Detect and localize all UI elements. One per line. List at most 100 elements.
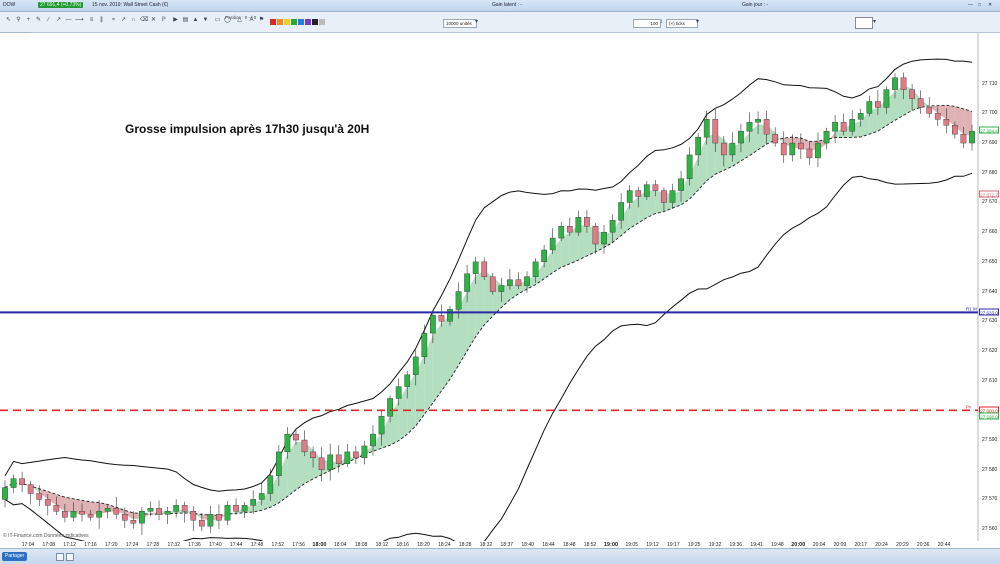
candle-body bbox=[533, 262, 538, 277]
candle-body bbox=[114, 508, 119, 514]
candle-body bbox=[738, 131, 743, 143]
chart-area[interactable]: R1 MPv bbox=[0, 33, 1000, 541]
layout-icon[interactable] bbox=[56, 553, 64, 561]
minimize-icon[interactable]: — bbox=[968, 2, 973, 8]
share-button[interactable]: Partager bbox=[2, 552, 27, 561]
band-segment bbox=[65, 497, 74, 513]
candle-body bbox=[225, 505, 230, 520]
candle-body bbox=[687, 155, 692, 179]
fibonacci-icon[interactable]: ≡ bbox=[88, 17, 95, 24]
candle-body bbox=[636, 191, 641, 197]
candle-body bbox=[96, 511, 101, 517]
channel-icon[interactable]: ∥ bbox=[98, 17, 105, 24]
crosshair-icon[interactable]: + bbox=[25, 17, 32, 24]
ticks-dropdown-icon[interactable]: ▾ bbox=[694, 19, 701, 26]
maximize-icon[interactable]: □ bbox=[978, 2, 981, 8]
ticks-stepper-icon[interactable]: ↕ bbox=[658, 19, 665, 26]
horizontal-line-icon[interactable]: — bbox=[65, 17, 72, 24]
candle-body bbox=[781, 143, 786, 155]
candle-body bbox=[139, 511, 144, 523]
title-bar: DOW 27 691,4 (+0,73%) 15 nov. 2019: Wall… bbox=[0, 0, 1000, 12]
window-icon[interactable] bbox=[66, 553, 74, 561]
candle-body bbox=[499, 286, 504, 292]
candle-body bbox=[319, 458, 324, 470]
candle-body bbox=[541, 250, 546, 262]
candle-body bbox=[2, 488, 7, 500]
candle-body bbox=[251, 499, 256, 505]
candle-body bbox=[550, 238, 555, 250]
arrow-down-icon[interactable]: ▼ bbox=[202, 17, 209, 24]
trendline-icon[interactable]: ↗ bbox=[55, 17, 62, 24]
candle-body bbox=[524, 277, 529, 286]
candle-body bbox=[815, 143, 820, 158]
candle-body bbox=[71, 511, 76, 517]
cross-tool-icon[interactable]: ✕ bbox=[150, 17, 157, 24]
close-icon[interactable]: ✕ bbox=[988, 2, 992, 8]
band-segment bbox=[433, 323, 442, 403]
candle-body bbox=[721, 143, 726, 155]
cursor-icon[interactable]: ↖ bbox=[5, 17, 12, 24]
candle-body bbox=[199, 520, 204, 526]
candle-body bbox=[952, 125, 957, 134]
eraser-icon[interactable]: ⌫ bbox=[140, 17, 147, 24]
band-segment bbox=[441, 315, 450, 391]
candle-body bbox=[422, 333, 427, 357]
line-icon[interactable]: ∕ bbox=[45, 17, 52, 24]
arrow-tool-icon[interactable]: ↗ bbox=[120, 17, 127, 24]
candle-body bbox=[969, 131, 974, 143]
candle-body bbox=[387, 398, 392, 416]
arrow-up-icon[interactable]: ▲ bbox=[192, 17, 199, 24]
ticks-field[interactable]: 100 bbox=[633, 19, 661, 28]
candle-body bbox=[841, 122, 846, 131]
candle-body bbox=[884, 90, 889, 108]
candle-body bbox=[755, 119, 760, 122]
candle-body bbox=[627, 191, 632, 203]
color-palette[interactable] bbox=[270, 19, 328, 25]
candle-body bbox=[336, 455, 341, 464]
zoom-icon[interactable]: ⚲ bbox=[15, 17, 22, 24]
chart-type-dropdown-icon[interactable]: ▾ bbox=[871, 19, 878, 26]
flag-icon[interactable]: ⚑ bbox=[258, 17, 265, 24]
candle-body bbox=[276, 452, 281, 476]
candle-body bbox=[867, 101, 872, 113]
price-tick: 27 680 bbox=[982, 170, 997, 176]
price-tick: 27 580 bbox=[982, 467, 997, 473]
candle-body bbox=[610, 220, 615, 232]
candle-body bbox=[790, 143, 795, 155]
price-tag: 27 694,4 bbox=[979, 126, 999, 133]
gain-latent: Gain latent : - bbox=[492, 2, 522, 8]
pitchfork-icon[interactable]: ℙ bbox=[160, 17, 167, 24]
price-tick: 27 560 bbox=[982, 526, 997, 532]
magnet-icon[interactable]: ∩ bbox=[130, 17, 137, 24]
price-tag: 27 633,0 bbox=[979, 309, 999, 316]
candle-body bbox=[798, 143, 803, 149]
candle-body bbox=[832, 122, 837, 131]
candle-body bbox=[918, 99, 923, 108]
candle-body bbox=[268, 476, 273, 494]
quantity-dropdown-icon[interactable]: ▾ bbox=[473, 19, 480, 26]
candle-body bbox=[302, 440, 307, 452]
candle-body bbox=[653, 185, 658, 191]
candle-body bbox=[19, 479, 24, 485]
candle-body bbox=[148, 508, 153, 511]
candle-body bbox=[62, 511, 67, 517]
note-icon[interactable]: ▤ bbox=[182, 17, 189, 24]
candle-body bbox=[353, 452, 358, 458]
price-tick: 27 640 bbox=[982, 289, 997, 295]
position-label: Position : 0 - / 0 bbox=[225, 15, 256, 20]
candle-body bbox=[516, 280, 521, 286]
price-tick: 27 630 bbox=[982, 318, 997, 324]
pencil-icon[interactable]: ✎ bbox=[35, 17, 42, 24]
candle-body bbox=[559, 226, 564, 238]
candle-body bbox=[328, 455, 333, 470]
app-label: DOW bbox=[3, 2, 15, 8]
wave-icon[interactable]: ≈ bbox=[110, 17, 117, 24]
pivot-line-tag: Pv bbox=[966, 404, 972, 409]
play-icon[interactable]: ▶ bbox=[172, 17, 179, 24]
price-tag: 27 672,7 bbox=[979, 191, 999, 198]
ray-icon[interactable]: ⟶ bbox=[75, 17, 82, 24]
quantity-field[interactable]: 10000 unités bbox=[443, 19, 477, 28]
rectangle-icon[interactable]: ▭ bbox=[214, 17, 221, 24]
candle-body bbox=[944, 119, 949, 125]
candle-body bbox=[37, 493, 42, 499]
